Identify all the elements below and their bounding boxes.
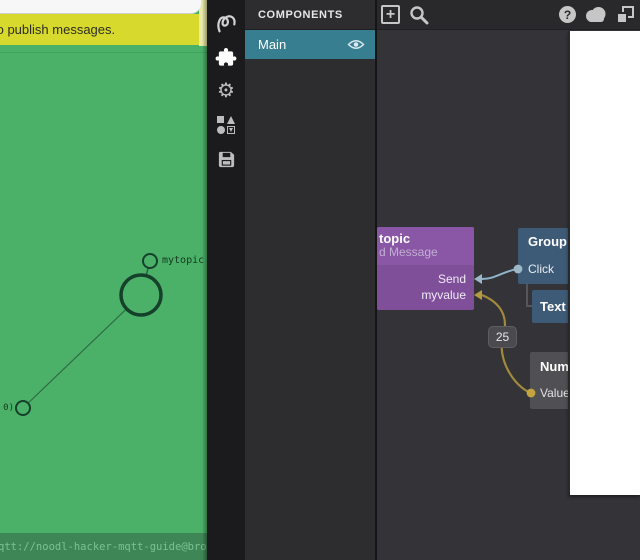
node-send-message-header: topic d Message [377, 227, 474, 265]
mytopic-marker[interactable] [143, 254, 157, 268]
preview-graph-lines [0, 0, 207, 560]
component-item-main[interactable]: Main [245, 30, 375, 59]
preview-window-topbar [0, 0, 201, 14]
windows-icon[interactable] [616, 6, 634, 24]
noodl-editor: mytopic 0) to publish messages. qtt://no… [0, 0, 640, 560]
edge-node-marker[interactable] [16, 401, 30, 415]
help-icon[interactable]: ? [559, 6, 576, 23]
connection-value-badge: 25 [488, 326, 517, 348]
cloud-icon[interactable] [584, 6, 608, 23]
node-title: topic [379, 231, 474, 246]
node-title: Text [540, 299, 566, 314]
component-item-label: Main [258, 37, 347, 52]
popup-panel [568, 31, 640, 495]
mqtt-banner: to publish messages. [0, 14, 202, 45]
settings-gear-icon[interactable]: ⚙ [207, 76, 245, 106]
canvas-toolbar: + ? [377, 0, 640, 30]
broker-url-bar: qtt://noodl-hacker-mqtt-guide@broker.shi… [0, 533, 207, 560]
node-library-icon[interactable] [207, 110, 245, 140]
components-panel-header: COMPONENTS [245, 0, 375, 30]
sidebar-icon-strip: ⚙ [207, 0, 245, 560]
components-puzzle-icon[interactable] [207, 42, 245, 72]
partial-marker-label: 0) [0, 403, 14, 413]
preview-section-divider [0, 52, 207, 53]
node-send-message[interactable]: topic d Message Send myvalue [377, 227, 474, 310]
components-panel-title: COMPONENTS [258, 9, 343, 21]
components-panel: COMPONENTS Main [245, 0, 377, 560]
broker-url-text: qtt://noodl-hacker-mqtt-guide@broker.shi… [0, 541, 207, 553]
mytopic-marker-label: mytopic [162, 255, 204, 266]
big-node-marker[interactable] [121, 275, 161, 315]
port-send[interactable]: Send [438, 272, 466, 286]
port-click[interactable]: Click [528, 262, 554, 276]
app-preview-viewport[interactable]: mytopic 0) to publish messages. qtt://no… [0, 0, 207, 560]
search-icon[interactable] [409, 5, 429, 25]
node-subtitle: d Message [379, 245, 474, 259]
eye-icon[interactable] [347, 38, 365, 51]
mqtt-banner-text: to publish messages. [0, 22, 115, 37]
noodl-logo-icon[interactable] [207, 8, 245, 38]
port-myvalue[interactable]: myvalue [421, 288, 466, 302]
save-icon[interactable] [207, 144, 245, 174]
add-node-icon[interactable]: + [381, 5, 400, 24]
port-value[interactable]: Value [540, 386, 570, 400]
